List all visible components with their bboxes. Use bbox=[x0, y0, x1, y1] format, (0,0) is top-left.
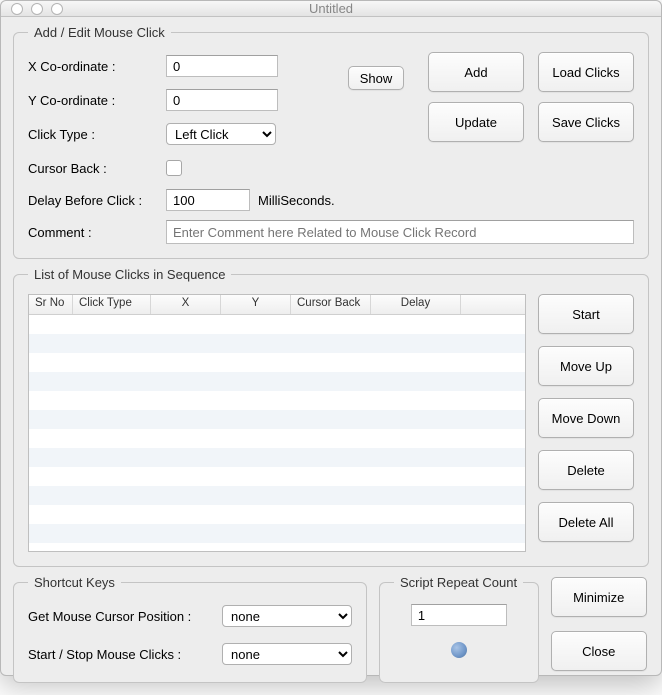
close-window-icon[interactable] bbox=[11, 3, 23, 15]
add-button[interactable]: Add bbox=[428, 52, 524, 92]
col-spacer bbox=[461, 295, 525, 314]
col-srno[interactable]: Sr No bbox=[29, 295, 73, 314]
table-row[interactable] bbox=[29, 467, 525, 486]
y-coord-label: Y Co-ordinate : bbox=[28, 93, 158, 108]
shortcut-keys-group: Shortcut Keys Get Mouse Cursor Position … bbox=[13, 575, 367, 683]
table-row[interactable] bbox=[29, 486, 525, 505]
table-row[interactable] bbox=[29, 448, 525, 467]
getpos-label: Get Mouse Cursor Position : bbox=[28, 609, 214, 624]
click-type-select[interactable]: Left Click bbox=[166, 123, 276, 145]
click-type-label: Click Type : bbox=[28, 127, 158, 142]
repeat-group: Script Repeat Count bbox=[379, 575, 539, 683]
col-delay[interactable]: Delay bbox=[371, 295, 461, 314]
col-y[interactable]: Y bbox=[221, 295, 291, 314]
clicks-table[interactable]: Sr No Click Type X Y Cursor Back Delay bbox=[28, 294, 526, 552]
add-edit-legend: Add / Edit Mouse Click bbox=[28, 25, 171, 40]
comment-label: Comment : bbox=[28, 225, 158, 240]
shortcut-keys-legend: Shortcut Keys bbox=[28, 575, 121, 590]
delete-button[interactable]: Delete bbox=[538, 450, 634, 490]
table-row[interactable] bbox=[29, 315, 525, 334]
titlebar: Untitled bbox=[1, 1, 661, 17]
table-row[interactable] bbox=[29, 524, 525, 543]
delete-all-button[interactable]: Delete All bbox=[538, 502, 634, 542]
content-area: Add / Edit Mouse Click X Co-ordinate : Y… bbox=[1, 17, 661, 695]
table-header: Sr No Click Type X Y Cursor Back Delay bbox=[29, 295, 525, 315]
table-row[interactable] bbox=[29, 372, 525, 391]
startstop-label: Start / Stop Mouse Clicks : bbox=[28, 647, 214, 662]
comment-input[interactable] bbox=[166, 220, 634, 244]
delay-input[interactable] bbox=[166, 189, 250, 211]
show-button[interactable]: Show bbox=[348, 66, 404, 90]
startstop-select[interactable]: none bbox=[222, 643, 352, 665]
cursor-back-checkbox[interactable] bbox=[166, 160, 182, 176]
save-clicks-button[interactable]: Save Clicks bbox=[538, 102, 634, 142]
list-group: List of Mouse Clicks in Sequence Sr No C… bbox=[13, 267, 649, 567]
table-row[interactable] bbox=[29, 391, 525, 410]
table-row[interactable] bbox=[29, 353, 525, 372]
delay-unit-label: MilliSeconds. bbox=[258, 193, 335, 208]
col-cursorback[interactable]: Cursor Back bbox=[291, 295, 371, 314]
col-x[interactable]: X bbox=[151, 295, 221, 314]
close-button[interactable]: Close bbox=[551, 631, 647, 671]
zoom-window-icon[interactable] bbox=[51, 3, 63, 15]
getpos-select[interactable]: none bbox=[222, 605, 352, 627]
status-led-icon bbox=[451, 642, 467, 658]
list-legend: List of Mouse Clicks in Sequence bbox=[28, 267, 231, 282]
window-title: Untitled bbox=[1, 1, 661, 16]
load-clicks-button[interactable]: Load Clicks bbox=[538, 52, 634, 92]
table-row[interactable] bbox=[29, 543, 525, 551]
add-edit-group: Add / Edit Mouse Click X Co-ordinate : Y… bbox=[13, 25, 649, 259]
table-row[interactable] bbox=[29, 334, 525, 353]
move-down-button[interactable]: Move Down bbox=[538, 398, 634, 438]
table-row[interactable] bbox=[29, 410, 525, 429]
update-button[interactable]: Update bbox=[428, 102, 524, 142]
cursor-back-label: Cursor Back : bbox=[28, 161, 158, 176]
repeat-count-input[interactable] bbox=[411, 604, 507, 626]
y-coord-input[interactable] bbox=[166, 89, 278, 111]
col-clicktype[interactable]: Click Type bbox=[73, 295, 151, 314]
minimize-window-icon[interactable] bbox=[31, 3, 43, 15]
x-coord-input[interactable] bbox=[166, 55, 278, 77]
delay-label: Delay Before Click : bbox=[28, 193, 158, 208]
x-coord-label: X Co-ordinate : bbox=[28, 59, 158, 74]
start-button[interactable]: Start bbox=[538, 294, 634, 334]
minimize-button[interactable]: Minimize bbox=[551, 577, 647, 617]
table-row[interactable] bbox=[29, 505, 525, 524]
window-controls bbox=[11, 3, 63, 15]
app-window: Untitled Add / Edit Mouse Click X Co-ord… bbox=[0, 0, 662, 676]
table-body bbox=[29, 315, 525, 551]
table-row[interactable] bbox=[29, 429, 525, 448]
move-up-button[interactable]: Move Up bbox=[538, 346, 634, 386]
repeat-legend: Script Repeat Count bbox=[394, 575, 523, 590]
